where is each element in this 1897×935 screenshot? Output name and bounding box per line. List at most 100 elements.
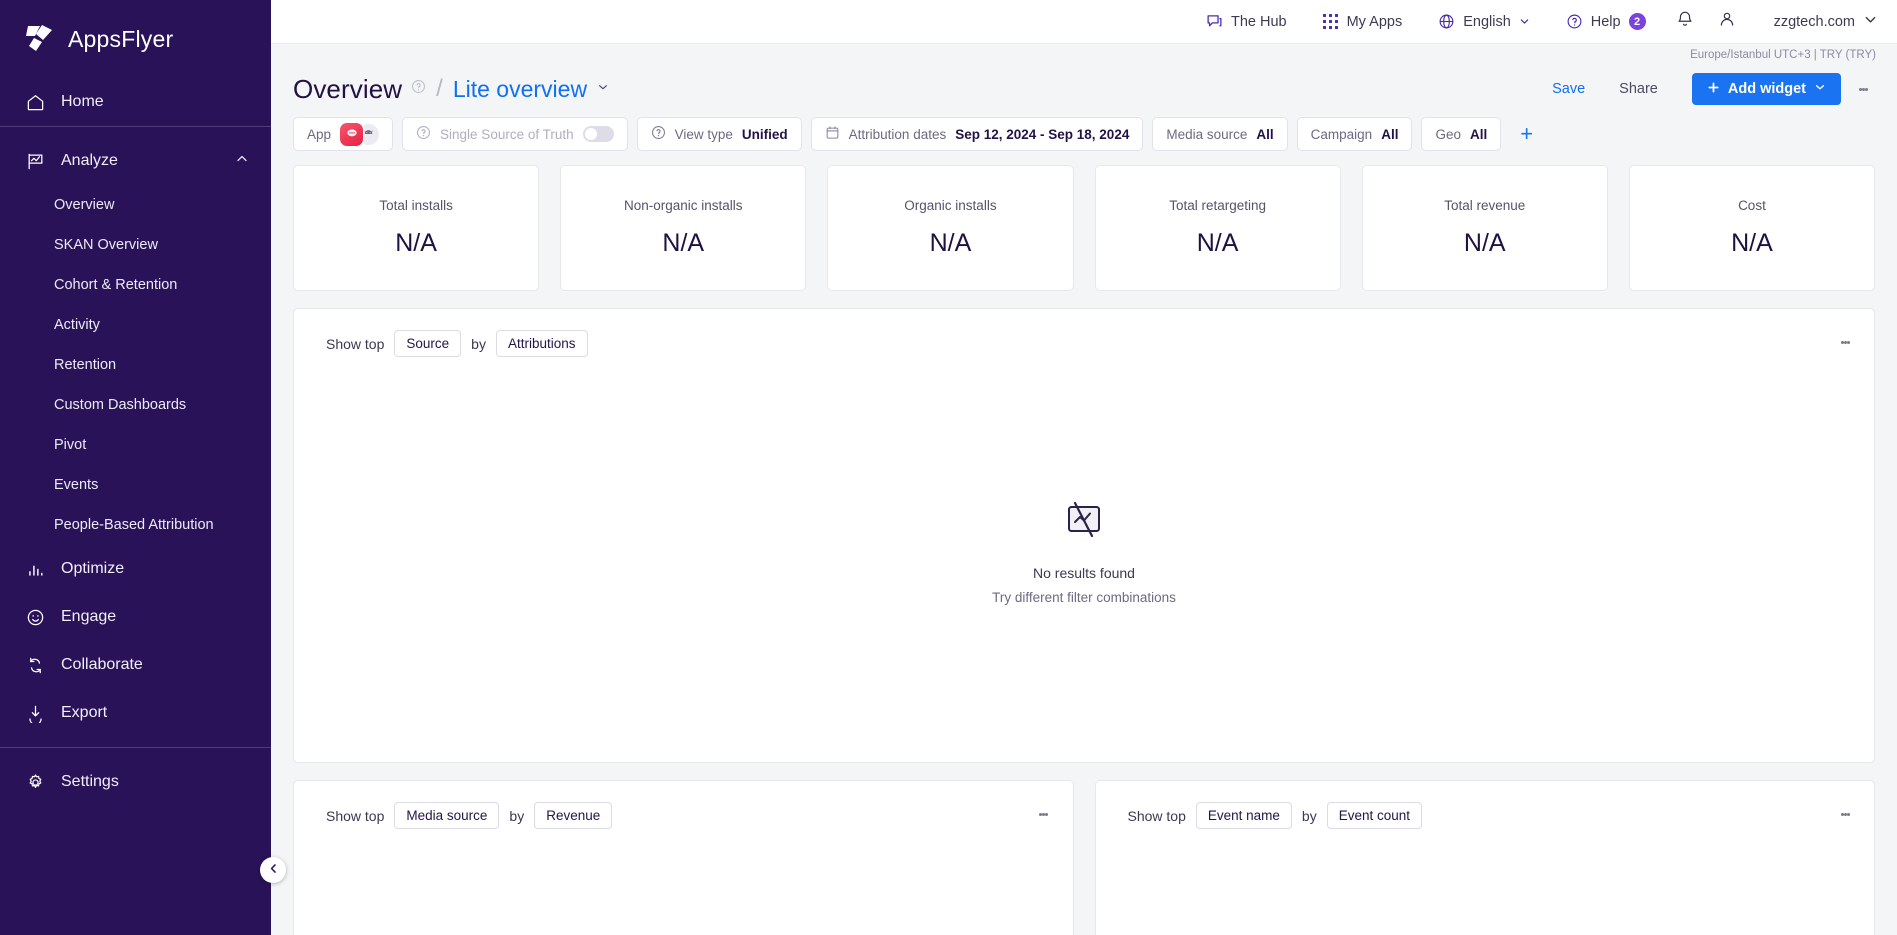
dashboard-name[interactable]: Lite overview (453, 76, 587, 103)
widget-header: Show top Media source by Revenue (294, 781, 1073, 829)
brand-logo[interactable]: AppsFlyer (0, 0, 271, 78)
widget-top-source: Show top Source by Attributions No resul… (293, 308, 1875, 763)
metric-selector[interactable]: Revenue (534, 802, 613, 829)
chevron-down-icon (1864, 13, 1877, 30)
show-top-label: Show top (326, 335, 385, 352)
metric-selector[interactable]: Attributions (495, 330, 588, 357)
sidebar-item-cohort-retention[interactable]: Cohort & Retention (0, 265, 271, 305)
add-widget-button[interactable]: Add widget (1691, 73, 1841, 105)
user-profile-button[interactable] (1706, 0, 1748, 44)
appsflyer-dashboard: AppsFlyer Home Analyze Overview SKAN Ove… (0, 0, 1897, 935)
sidebar-item-activity-label: Activity (54, 317, 100, 333)
grid-icon (1322, 13, 1339, 30)
sidebar-item-activity[interactable]: Activity (0, 305, 271, 345)
timezone-currency-label: Europe/Istanbul UTC+3 | TRY (TRY) (271, 44, 1897, 66)
topbar-language-label: English (1463, 13, 1511, 30)
sidebar-item-analyze[interactable]: Analyze (0, 137, 271, 185)
help-circle-icon (1566, 13, 1583, 30)
dimension-selector[interactable]: Event name (1195, 802, 1292, 829)
sidebar-item-events[interactable]: Events (0, 465, 271, 505)
page-title: Overview (293, 73, 403, 104)
kpi-label: Cost (1738, 198, 1766, 213)
widget-top-event-name: Show top Event name by Event count (1094, 780, 1875, 935)
sidebar-item-pivot[interactable]: Pivot (0, 425, 271, 465)
sidebar-item-export[interactable]: Export (0, 689, 271, 737)
sidebar-item-people-based-attribution[interactable]: People-Based Attribution (0, 505, 271, 545)
topbar-help[interactable]: Help 2 (1548, 0, 1664, 44)
add-filter-button[interactable]: + (1510, 123, 1543, 145)
bell-icon (1676, 10, 1694, 33)
kpi-label: Organic installs (904, 198, 997, 213)
sidebar-item-skan-overview[interactable]: SKAN Overview (0, 225, 271, 265)
save-button[interactable]: Save (1552, 81, 1585, 97)
filter-media-source-value: All (1256, 126, 1274, 142)
filter-campaign[interactable]: Campaign All (1296, 117, 1413, 151)
sidebar-item-custom-dashboards[interactable]: Custom Dashboards (0, 385, 271, 425)
account-selector[interactable]: zzgtech.com (1748, 13, 1877, 30)
kpi-card-row: Total installs N/A Non-organic installs … (293, 165, 1876, 291)
topbar-my-apps[interactable]: My Apps (1305, 0, 1421, 44)
sidebar-item-optimize[interactable]: Optimize (0, 545, 271, 593)
filter-view-type[interactable]: View type Unified (636, 117, 802, 151)
bar-chart-icon (26, 560, 45, 579)
empty-state-subtitle: Try different filter combinations (992, 590, 1176, 605)
topbar-language-selector[interactable]: English (1420, 0, 1548, 44)
kpi-card-organic-installs: Organic installs N/A (827, 165, 1074, 291)
share-button[interactable]: Share (1619, 81, 1658, 97)
no-results-icon (1062, 501, 1106, 546)
help-circle-icon (416, 125, 431, 143)
widget-options-menu[interactable] (1832, 799, 1858, 829)
kpi-label: Total retargeting (1169, 198, 1266, 213)
filter-app[interactable]: App (293, 117, 394, 151)
filter-dates-value: Sep 12, 2024 - Sep 18, 2024 (955, 126, 1130, 142)
download-icon (26, 704, 45, 723)
sidebar-collapse-button[interactable] (260, 857, 286, 883)
dashboard-content: Total installs N/A Non-organic installs … (271, 165, 1897, 935)
page-title-help-icon[interactable] (411, 79, 426, 99)
sidebar-item-retention[interactable]: Retention (0, 345, 271, 385)
sst-toggle[interactable] (582, 126, 614, 142)
home-icon (26, 93, 45, 112)
sidebar-item-people-based-attribution-label: People-Based Attribution (54, 517, 214, 533)
filter-geo-value: All (1470, 126, 1488, 142)
kpi-card-cost: Cost N/A (1628, 165, 1876, 291)
widget-options-menu[interactable] (1031, 799, 1057, 829)
add-widget-label: Add widget (1727, 81, 1806, 97)
kpi-value: N/A (1196, 229, 1239, 257)
sidebar-item-engage[interactable]: Engage (0, 593, 271, 641)
hub-icon (1206, 13, 1223, 30)
dimension-selector[interactable]: Media source (394, 802, 500, 829)
page-options-menu[interactable] (1850, 74, 1876, 104)
sidebar-item-overview[interactable]: Overview (0, 185, 271, 225)
dashboard-dropdown-caret-icon[interactable] (597, 80, 609, 98)
kpi-label: Total installs (379, 198, 453, 213)
smiley-icon (26, 608, 45, 627)
filter-single-source-of-truth[interactable]: Single Source of Truth (402, 117, 628, 151)
filter-geo[interactable]: Geo All (1421, 117, 1502, 151)
sidebar-item-optimize-label: Optimize (61, 560, 125, 577)
page-header: Overview / Lite overview Save Share Add … (271, 66, 1897, 112)
filter-attribution-dates[interactable]: Attribution dates Sep 12, 2024 - Sep 18,… (810, 117, 1144, 151)
dimension-selector[interactable]: Source (394, 330, 462, 357)
filter-view-type-value: Unified (741, 126, 788, 142)
topbar-the-hub[interactable]: The Hub (1188, 0, 1305, 44)
by-label: by (509, 807, 525, 824)
filter-media-source[interactable]: Media source All (1152, 117, 1288, 151)
notifications-button[interactable] (1664, 0, 1706, 44)
widget-header: Show top Source by Attributions (294, 309, 1874, 357)
widget-header: Show top Event name by Event count (1096, 781, 1875, 829)
brand-name: AppsFlyer (68, 25, 174, 52)
globe-icon (1438, 13, 1455, 30)
chevron-up-icon[interactable] (235, 152, 249, 171)
sidebar-item-settings[interactable]: Settings (0, 758, 271, 806)
widget-options-menu[interactable] (1832, 327, 1858, 357)
widget-top-media-source: Show top Media source by Revenue (293, 780, 1074, 935)
sidebar-item-home[interactable]: Home (0, 78, 271, 126)
global-topbar: The Hub My Apps English Help 2 zzgtech.c… (271, 0, 1897, 44)
kpi-value: N/A (1463, 229, 1506, 257)
topbar-help-label: Help (1590, 13, 1621, 30)
metric-selector[interactable]: Event count (1326, 802, 1423, 829)
sidebar-item-collaborate[interactable]: Collaborate (0, 641, 271, 689)
